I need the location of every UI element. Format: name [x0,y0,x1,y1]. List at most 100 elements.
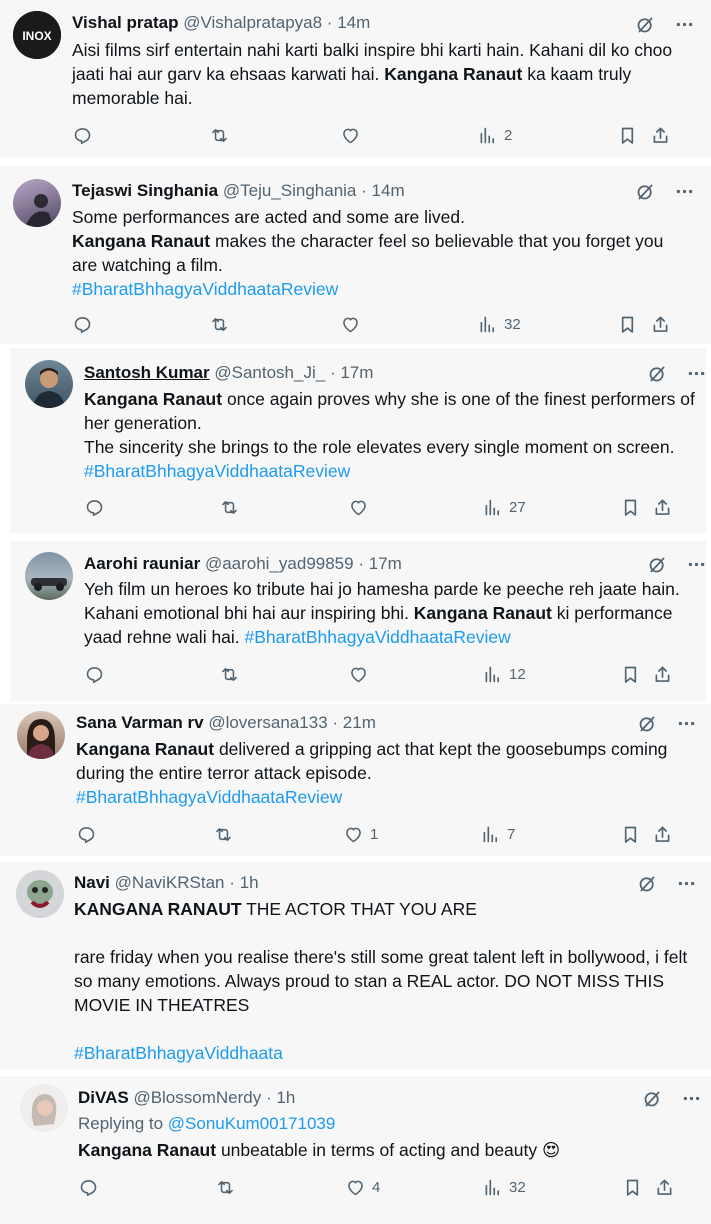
user-handle[interactable]: @Vishalpratapya8 [183,13,322,32]
bookmark-button[interactable] [617,314,638,335]
timestamp[interactable]: 1h [240,873,259,892]
tweet-aarohi[interactable]: Aarohi rauniar @aarohi_yad99859 · 17m Ye… [10,541,706,702]
more-button[interactable] [686,554,707,575]
reply-button[interactable] [72,125,99,146]
user-name[interactable]: Vishal pratap [72,13,178,32]
grok-button[interactable] [637,713,658,734]
like-button[interactable] [340,314,367,335]
hashtag-link[interactable]: #BharatBhhagyaViddhaataReview [84,461,350,481]
tweet-navi[interactable]: Navi @NaviKRStan · 1h KANGANA RANAUT THE… [0,862,711,1070]
like-button[interactable] [340,125,367,146]
user-name[interactable]: Aarohi rauniar [84,554,200,573]
timestamp[interactable]: 14m [337,13,370,32]
like-button[interactable] [348,664,375,685]
views-button[interactable]: 12 [482,664,526,685]
views-button[interactable]: 32 [477,314,521,335]
tweet-sana[interactable]: Sana Varman rv @loversana133 · 21m Kanga… [0,704,711,856]
hashtag-link[interactable]: #BharatBhhagyaViddhaataReview [76,787,342,807]
user-name[interactable]: Sana Varman rv [76,713,204,732]
tweet-divas[interactable]: DiVAS @BlossomNerdy · 1h Replying to @So… [0,1076,711,1224]
share-button[interactable] [650,125,671,146]
retweet-button[interactable] [209,314,236,335]
user-name[interactable]: Santosh Kumar [84,363,210,382]
share-button[interactable] [652,824,673,845]
share-button[interactable] [654,1177,675,1198]
user-handle[interactable]: @loversana133 [208,713,327,732]
views-button[interactable]: 2 [477,125,512,146]
action-bar: 12 [84,664,694,688]
user-handle[interactable]: @Santosh_Ji_ [214,363,325,382]
grok-button[interactable] [647,554,668,575]
grok-button[interactable] [647,363,668,384]
heart-icon [343,317,358,333]
grok-button[interactable] [635,14,656,35]
bookmark-button[interactable] [622,1177,643,1198]
hashtag-link[interactable]: #BharatBhhagyaViddhaata [74,1043,283,1063]
views-button[interactable]: 7 [480,824,515,845]
more-button[interactable] [676,873,697,894]
avatar[interactable] [13,179,61,227]
bookmark-button[interactable] [620,664,641,685]
bookmark-button[interactable] [620,497,641,518]
grok-button[interactable] [637,873,658,894]
avatar[interactable] [25,552,73,600]
user-handle[interactable]: @Teju_Singhania [223,181,357,200]
tweet-tejaswi[interactable]: Tejaswi Singhania @Teju_Singhania · 14m … [0,166,711,344]
tweet-vishal[interactable]: INOX Vishal pratap @Vishalpratapya8 · 14… [0,0,711,158]
views-button[interactable]: 32 [482,1177,526,1198]
reply-button[interactable] [84,664,111,685]
avatar[interactable] [20,1084,68,1132]
more-button[interactable] [676,713,697,734]
avatar[interactable] [17,711,65,759]
user-name[interactable]: DiVAS [78,1088,129,1107]
timestamp[interactable]: 14m [372,181,405,200]
timestamp[interactable]: 21m [343,713,376,732]
like-button[interactable]: 4 [345,1177,380,1198]
tweet-text-segment: The sincerity she brings to the role ele… [84,437,675,457]
bookmark-button[interactable] [617,125,638,146]
more-button[interactable] [686,363,707,384]
retweet-button[interactable] [219,497,246,518]
grok-icon [639,716,655,732]
grok-button[interactable] [642,1088,663,1109]
user-handle[interactable]: @BlossomNerdy [133,1088,261,1107]
user-name[interactable]: Tejaswi Singhania [72,181,218,200]
user-handle[interactable]: @aarohi_yad99859 [205,554,354,573]
like-count: 1 [370,826,379,843]
retweet-button[interactable] [209,125,236,146]
hashtag-link[interactable]: #BharatBhhagyaViddhaataReview [245,627,511,647]
share-button[interactable] [650,314,671,335]
timestamp[interactable]: 17m [340,363,373,382]
like-button[interactable] [348,497,375,518]
tweet-santosh[interactable]: Santosh Kumar @Santosh_Ji_ · 17m Kangana… [10,348,706,533]
tweet-header: Sana Varman rv @loversana133 · 21m [76,712,376,734]
retweet-button[interactable] [215,1177,242,1198]
avatar[interactable] [25,360,73,408]
more-button[interactable] [674,14,695,35]
more-button[interactable] [681,1088,702,1109]
user-name[interactable]: Navi [74,873,110,892]
timestamp[interactable]: 17m [369,554,402,573]
views-button[interactable]: 27 [482,497,526,518]
hashtag-link[interactable]: #BharatBhhagyaViddhaataReview [72,279,338,299]
retweet-icon [216,828,231,841]
avatar-photo [23,194,53,227]
avatar[interactable] [16,870,64,918]
avatar[interactable]: INOX [13,11,61,59]
user-handle[interactable]: @NaviKRStan [115,873,225,892]
share-button[interactable] [652,497,673,518]
timestamp[interactable]: 1h [276,1088,295,1107]
avatar-photo [31,578,67,591]
grok-button[interactable] [635,181,656,202]
bookmark-button[interactable] [620,824,641,845]
retweet-button[interactable] [219,664,246,685]
reply-button[interactable] [76,824,103,845]
share-button[interactable] [652,664,673,685]
retweet-button[interactable] [213,824,240,845]
reply-button[interactable] [72,314,99,335]
replying-to-handle[interactable]: @SonuKum00171039 [168,1114,336,1133]
reply-button[interactable] [84,497,111,518]
more-button[interactable] [674,181,695,202]
reply-button[interactable] [78,1177,105,1198]
like-button[interactable]: 1 [343,824,378,845]
